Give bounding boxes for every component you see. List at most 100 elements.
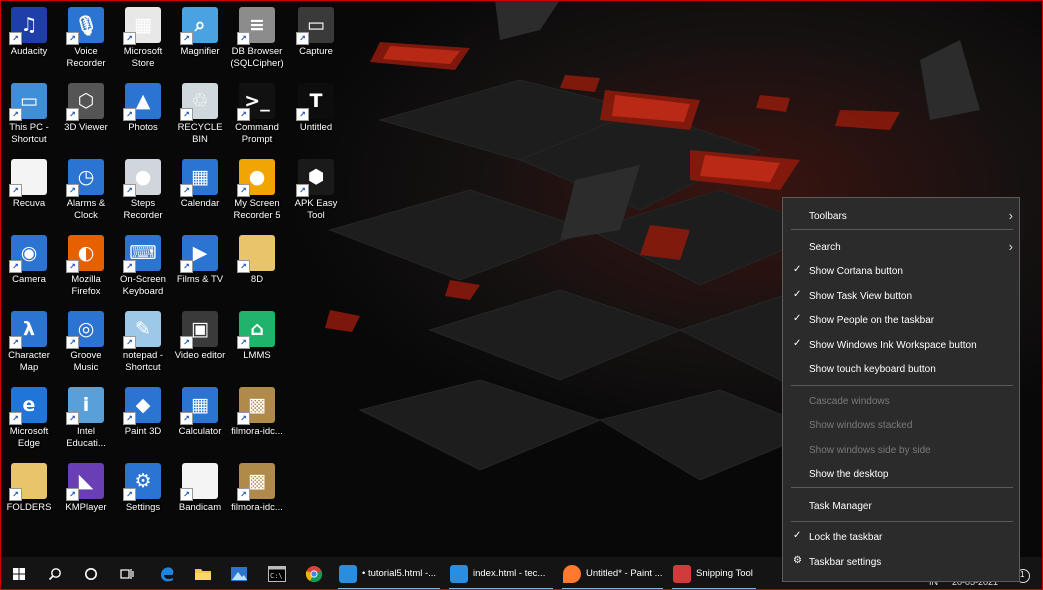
desktop-shortcut[interactable]: ↗ Recuva	[0, 154, 58, 228]
chevron-right-icon: ›	[1008, 239, 1013, 254]
menu-taskbar-settings[interactable]: ⚙ Taskbar settings	[783, 552, 1019, 574]
desktop-shortcut-label: RECYCLE BIN	[177, 122, 223, 145]
start-button[interactable]	[4, 557, 34, 590]
desktop-shortcut[interactable]: ▦ ↗ Microsoft Store	[114, 2, 172, 76]
desktop-shortcut[interactable]: ◣ ↗ KMPlayer	[57, 458, 115, 532]
desktop-shortcut[interactable]: ▭ ↗ Capture	[287, 2, 345, 76]
desktop-shortcut-label: Films & TV	[176, 274, 224, 285]
menu-show-people[interactable]: ✓ Show People on the taskbar	[783, 310, 1019, 332]
desktop-shortcut-label: This PC - Shortcut	[9, 122, 49, 145]
magnifier-icon: ⌕ ↗	[180, 7, 218, 45]
desktop-shortcut[interactable]: ● ↗ Steps Recorder	[114, 154, 172, 228]
menu-show-touch-keyboard[interactable]: Show touch keyboard button	[783, 359, 1019, 381]
shortcut-arrow-icon: ↗	[237, 184, 250, 197]
bandicam-icon: ↗	[180, 463, 218, 501]
desktop-shortcut[interactable]: ▣ ↗ Video editor	[171, 306, 229, 380]
groove-music-icon: ◎ ↗	[66, 311, 104, 349]
desktop-shortcut[interactable]: ♲ ↗ RECYCLE BIN	[171, 78, 229, 152]
shortcut-arrow-icon: ↗	[237, 260, 250, 273]
desktop-shortcut[interactable]: ♫ ↗ Audacity	[0, 2, 58, 76]
desktop-shortcut[interactable]: ◆ ↗ Paint 3D	[114, 382, 172, 456]
alarms-clock-icon: ◷ ↗	[66, 159, 104, 197]
desktop-shortcut[interactable]: ⚙ ↗ Settings	[114, 458, 172, 532]
desktop-shortcut[interactable]: ◐ ↗ Mozilla Firefox	[57, 230, 115, 304]
desktop-shortcut-label: Microsoft Store	[123, 46, 163, 69]
taskbar-edge[interactable]	[152, 557, 182, 590]
recycle-bin-icon: ♲ ↗	[180, 83, 218, 121]
desktop-shortcut[interactable]: ⬢ ↗ APK Easy Tool	[287, 154, 345, 228]
task-view-button[interactable]	[112, 557, 142, 590]
chevron-right-icon: ›	[1008, 208, 1013, 223]
taskbar-vscode-tutorial5[interactable]: • tutorial5.html -...	[335, 557, 443, 590]
desktop-shortcut[interactable]: ↗ Bandicam	[171, 458, 229, 532]
photos-icon: ▲ ↗	[123, 83, 161, 121]
taskbar-chrome[interactable]	[299, 557, 329, 590]
search-button[interactable]	[40, 557, 70, 590]
menu-show-task-view[interactable]: ✓ Show Task View button	[783, 286, 1019, 308]
desktop-shortcut-label: notepad - Shortcut	[122, 350, 164, 373]
desktop-shortcut[interactable]: e ↗ Microsoft Edge	[0, 382, 58, 456]
menu-show-ink-workspace[interactable]: ✓ Show Windows Ink Workspace button	[783, 335, 1019, 357]
desktop-shortcut[interactable]: ⌕ ↗ Magnifier	[171, 2, 229, 76]
desktop-shortcut[interactable]: ▲ ↗ Photos	[114, 78, 172, 152]
desktop-shortcut[interactable]: ↗ FOLDERS	[0, 458, 58, 532]
taskbar-vscode-index[interactable]: index.html - tec...	[446, 557, 556, 590]
menu-show-cortana[interactable]: ✓ Show Cortana button	[783, 261, 1019, 283]
intel-education-icon: i ↗	[66, 387, 104, 425]
desktop-shortcut[interactable]: ▶ ↗ Films & TV	[171, 230, 229, 304]
desktop-shortcut[interactable]: ▦ ↗ Calendar	[171, 154, 229, 228]
desktop-shortcut[interactable]: λ ↗ Character Map	[0, 306, 58, 380]
menu-toolbars[interactable]: Toolbars ›	[783, 206, 1019, 228]
menu-search[interactable]: Search ›	[783, 237, 1019, 259]
desktop-shortcut[interactable]: ≡ ↗ DB Browser (SQLCipher)	[228, 2, 286, 76]
microsoft-store-icon: ▦ ↗	[123, 7, 161, 45]
menu-lock-taskbar[interactable]: ✓ Lock the taskbar	[783, 527, 1019, 549]
desktop-shortcut[interactable]: ↗ 8D	[228, 230, 286, 304]
cortana-button[interactable]	[76, 557, 106, 590]
desktop-shortcut[interactable]: ⬡ ↗ 3D Viewer	[57, 78, 115, 152]
3d-viewer-icon: ⬡ ↗	[66, 83, 104, 121]
checkmark-icon: ✓	[793, 313, 802, 324]
desktop-shortcut-label: Voice Recorder	[66, 46, 106, 69]
desktop-shortcut[interactable]: ⌂ ↗ LMMS	[228, 306, 286, 380]
desktop-shortcut[interactable]: ▩ ↗ filmora-idc...	[228, 458, 286, 532]
shortcut-arrow-icon: ↗	[296, 184, 309, 197]
taskbar-snipping-tool[interactable]: Snipping Tool	[669, 557, 759, 590]
shortcut-arrow-icon: ↗	[9, 488, 22, 501]
menu-separator	[791, 487, 1013, 488]
taskbar-paint-untitled[interactable]: Untitled* - Paint ...	[559, 557, 666, 590]
desktop-shortcut[interactable]: ▭ ↗ This PC - Shortcut	[0, 78, 58, 152]
desktop-shortcut-label: filmora-idc...	[231, 502, 283, 513]
desktop-shortcut-label: filmora-idc...	[231, 426, 283, 437]
shortcut-arrow-icon: ↗	[9, 336, 22, 349]
taskbar-command-prompt[interactable]: C:\	[262, 557, 292, 590]
shortcut-arrow-icon: ↗	[123, 336, 136, 349]
desktop-shortcut[interactable]: >_ ↗ Command Prompt	[228, 78, 286, 152]
desktop-shortcut[interactable]: ▦ ↗ Calculator	[171, 382, 229, 456]
desktop-shortcut-label: Video editor	[174, 350, 226, 361]
desktop-shortcut[interactable]: ▩ ↗ filmora-idc...	[228, 382, 286, 456]
taskbar-file-explorer[interactable]	[188, 557, 218, 590]
desktop-shortcut[interactable]: 🎙 ↗ Voice Recorder	[57, 2, 115, 76]
menu-windows-stacked: Show windows stacked	[783, 415, 1019, 437]
desktop-shortcut[interactable]: ✎ ↗ notepad - Shortcut	[114, 306, 172, 380]
lmms-icon: ⌂ ↗	[237, 311, 275, 349]
shortcut-arrow-icon: ↗	[180, 184, 193, 197]
desktop-shortcut[interactable]: T ↗ Untitled	[287, 78, 345, 152]
desktop-shortcut[interactable]: ◎ ↗ Groove Music	[57, 306, 115, 380]
desktop-shortcut[interactable]: ● ↗ My Screen Recorder 5	[228, 154, 286, 228]
desktop-shortcut[interactable]: ◷ ↗ Alarms & Clock	[57, 154, 115, 228]
shortcut-arrow-icon: ↗	[180, 336, 193, 349]
shortcut-arrow-icon: ↗	[237, 108, 250, 121]
menu-show-desktop[interactable]: Show the desktop	[783, 464, 1019, 486]
desktop-shortcut[interactable]: ◉ ↗ Camera	[0, 230, 58, 304]
menu-task-manager[interactable]: Task Manager	[783, 496, 1019, 518]
voice-recorder-icon: 🎙 ↗	[66, 7, 104, 45]
taskbar-photos[interactable]	[224, 557, 254, 590]
desktop-shortcut-label: Steps Recorder	[123, 198, 163, 221]
menu-separator	[791, 229, 1013, 230]
desktop-shortcut[interactable]: ⌨ ↗ On-Screen Keyboard	[114, 230, 172, 304]
desktop-shortcut[interactable]: i ↗ Intel Educati...	[57, 382, 115, 456]
desktop-shortcut-label: APK Easy Tool	[294, 198, 338, 221]
notepad-icon: ✎ ↗	[123, 311, 161, 349]
